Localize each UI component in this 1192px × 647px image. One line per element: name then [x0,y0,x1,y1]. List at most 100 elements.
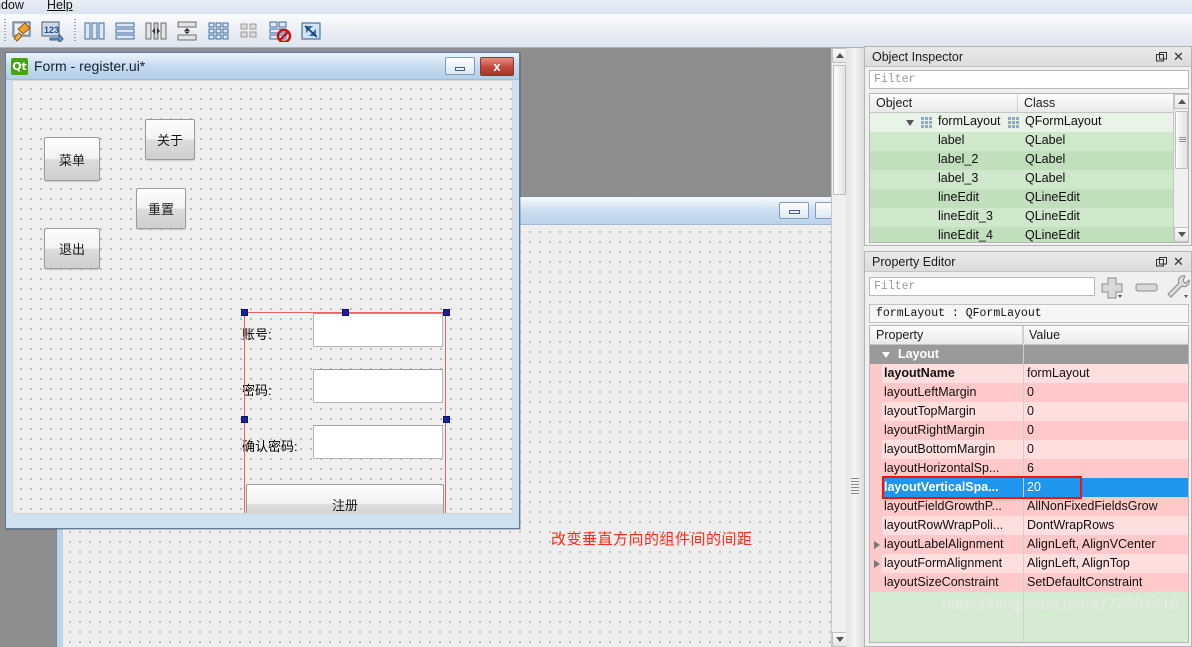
layout-horizontal-splitter-icon[interactable] [142,18,170,44]
form-button-reset[interactable]: 重置 [136,188,186,229]
close-icon[interactable]: ✕ [1171,49,1186,64]
property-row-layoutleftmargin[interactable]: layoutLeftMargin 0 [870,383,1188,402]
background-minimize-button[interactable] [779,202,809,219]
oi-scroll-up-button[interactable] [1174,94,1188,109]
configure-property-button[interactable] [1164,274,1192,299]
form-window[interactable]: Qt Form - register.ui* x 菜单 关于 重置 退出 账号:… [5,52,520,529]
property-row-layoutname[interactable]: layoutName formLayout [870,364,1188,383]
resize-handle-tr[interactable] [443,309,450,316]
property-value[interactable]: 0 [1027,385,1034,399]
object-name: formLayout [938,114,1001,128]
expander-icon[interactable] [906,120,914,126]
expander-icon[interactable] [874,541,880,549]
object-name: label_2 [938,152,979,166]
column-header-object[interactable]: Object [870,94,1018,113]
property-editor-filter-input[interactable]: Filter [869,277,1095,296]
property-value[interactable]: 0 [1027,404,1034,418]
object-class: QLineEdit [1025,190,1080,204]
scroll-up-button[interactable] [832,48,846,63]
property-value[interactable]: AllNonFixedFieldsGrow [1027,499,1158,513]
property-row-layouttopmargin[interactable]: layoutTopMargin 0 [870,402,1188,421]
object-inspector-row-label2[interactable]: label_2 QLabel [870,151,1175,170]
resize-handle-ml[interactable] [241,416,248,423]
column-header-class[interactable]: Class [1018,94,1175,113]
resize-handle-mr[interactable] [443,416,450,423]
toolbar-grip-1[interactable] [4,19,7,43]
add-property-button[interactable] [1099,274,1129,299]
workspace-vertical-scrollbar[interactable] [831,48,846,647]
menu-item-help[interactable]: Help [47,0,73,12]
resize-handle-tl[interactable] [241,309,248,316]
form-bottom-strip [6,514,519,528]
menu-item-window[interactable]: ndow [0,0,24,12]
layout-grid-icon[interactable] [204,18,232,44]
edit-tab-order-icon[interactable]: 123 [38,18,66,44]
layout-vertical-splitter-icon[interactable] [173,18,201,44]
edit-widgets-icon[interactable] [8,18,36,44]
scroll-down-button[interactable] [832,632,846,647]
property-value[interactable]: AlignLeft, AlignVCenter [1027,537,1156,551]
break-layout-icon[interactable] [266,18,294,44]
form-button-menu[interactable]: 菜单 [44,137,100,181]
toolbar-grip-2[interactable] [74,19,77,43]
object-name: lineEdit_4 [938,228,993,242]
object-inspector-row-lineedit4[interactable]: lineEdit_4 QLineEdit [870,227,1175,242]
form-button-about[interactable]: 关于 [145,119,195,160]
layout-form-icon[interactable] [235,18,263,44]
property-value[interactable]: 0 [1027,423,1034,437]
property-row-layoutrightmargin[interactable]: layoutRightMargin 0 [870,421,1188,440]
property-value[interactable]: 6 [1027,461,1034,475]
dock-splitter[interactable] [846,48,864,647]
object-inspector-row-lineedit3[interactable]: lineEdit_3 QLineEdit [870,208,1175,227]
property-group-layout[interactable]: Layout [870,345,1188,364]
expander-icon[interactable] [874,560,880,568]
expander-icon[interactable] [882,352,890,358]
column-header-value[interactable]: Value [1023,326,1188,345]
object-inspector-tree[interactable]: Object Class formLayout QFormLayout labe… [869,93,1189,243]
form-button-exit[interactable]: 退出 [44,228,100,269]
property-value[interactable]: formLayout [1027,366,1090,380]
property-row-layoutsizeconstraint[interactable]: layoutSizeConstraint SetDefaultConstrain… [870,573,1188,592]
form-titlebar[interactable]: Qt Form - register.ui* x [6,53,519,80]
close-icon[interactable]: ✕ [1171,254,1186,269]
menu-bar: ndow Help [0,0,1192,14]
object-inspector-scrollbar[interactable] [1173,94,1188,242]
form-minimize-button[interactable] [445,57,475,75]
object-class: QLabel [1025,152,1066,166]
property-value[interactable]: DontWrapRows [1027,518,1114,532]
object-inspector-row-lineedit[interactable]: lineEdit QLineEdit [870,189,1175,208]
object-inspector-row-label3[interactable]: label_3 QLabel [870,170,1175,189]
property-row-layoutlabelalignment[interactable]: layoutLabelAlignment AlignLeft, AlignVCe… [870,535,1188,554]
float-icon[interactable] [1154,50,1169,64]
property-value[interactable]: SetDefaultConstraint [1027,575,1142,589]
splitter-grip[interactable] [851,478,859,496]
svg-text:123: 123 [44,25,59,35]
property-editor-header: Property Value [870,326,1188,345]
property-row-layoutformalignment[interactable]: layoutFormAlignment AlignLeft, AlignTop [870,554,1188,573]
property-editor-title-label: Property Editor [872,255,956,269]
oi-scroll-down-button[interactable] [1174,227,1188,242]
layout-horizontally-icon[interactable] [80,18,108,44]
layout-vertically-icon[interactable] [111,18,139,44]
float-icon[interactable] [1154,255,1169,269]
object-inspector-row-label[interactable]: label QLabel [870,132,1175,151]
property-row-layoutbottommargin[interactable]: layoutBottomMargin 0 [870,440,1188,459]
scroll-thumb[interactable] [833,65,846,195]
property-name: layoutLeftMargin [884,385,977,399]
adjust-size-icon[interactable] [297,18,325,44]
resize-handle-tc[interactable] [342,309,349,316]
object-inspector-row-formlayout[interactable]: formLayout QFormLayout [870,113,1175,132]
property-editor-table[interactable]: Property Value Layout layoutName formLay… [869,325,1189,643]
object-class: QFormLayout [1025,114,1102,128]
property-value[interactable]: AlignLeft, AlignTop [1027,556,1130,570]
object-class: QLabel [1025,133,1066,147]
property-name: layoutHorizontalSp... [884,461,1000,475]
object-inspector-filter-input[interactable]: Filter [869,70,1189,89]
remove-property-button[interactable] [1133,274,1163,299]
property-row-layoutfieldgrowthpolicy[interactable]: layoutFieldGrowthP... AllNonFixedFieldsG… [870,497,1188,516]
column-header-property[interactable]: Property [870,326,1023,345]
form-close-button[interactable]: x [480,57,514,76]
property-value[interactable]: 0 [1027,442,1034,456]
property-row-layoutrowwrappolicy[interactable]: layoutRowWrapPoli... DontWrapRows [870,516,1188,535]
oi-scroll-thumb[interactable] [1175,111,1188,169]
